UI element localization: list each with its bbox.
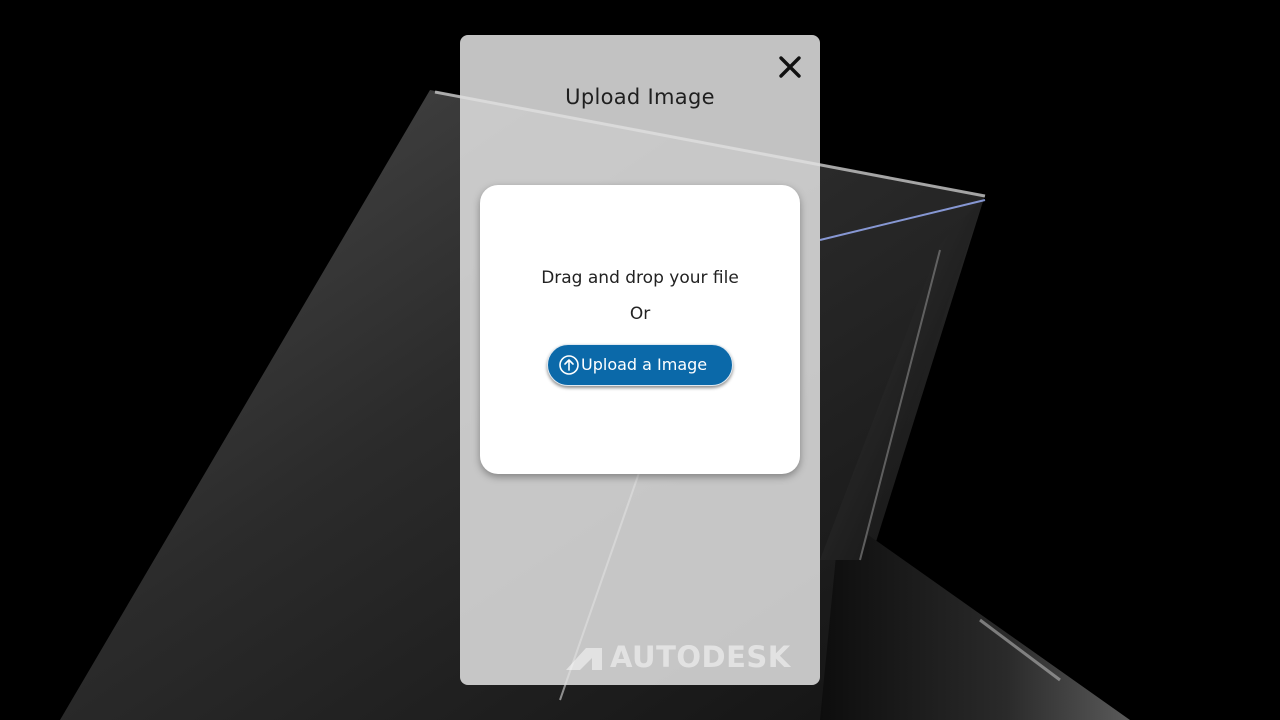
dialog-title: Upload Image (565, 85, 715, 109)
upload-image-dialog: Upload Image Drag and drop your file Or … (460, 35, 820, 685)
close-icon (779, 56, 801, 78)
upload-arrow-circle-icon (559, 355, 579, 375)
autodesk-logo: AUTODESK (566, 643, 802, 673)
drop-instruction: Drag and drop your file (541, 268, 739, 288)
file-drop-zone[interactable]: Drag and drop your file Or Upload a Imag… (480, 185, 800, 474)
upload-screen: Upload Image Drag and drop your file Or … (0, 0, 1280, 720)
upload-button-label: Upload a Image (581, 355, 708, 374)
autodesk-mark-icon (566, 648, 602, 670)
close-button[interactable] (776, 53, 804, 81)
brand-wordmark: AUTODESK (610, 640, 791, 674)
upload-image-button[interactable]: Upload a Image (547, 344, 733, 386)
background-slab-right (820, 515, 1130, 720)
or-separator: Or (629, 304, 651, 324)
